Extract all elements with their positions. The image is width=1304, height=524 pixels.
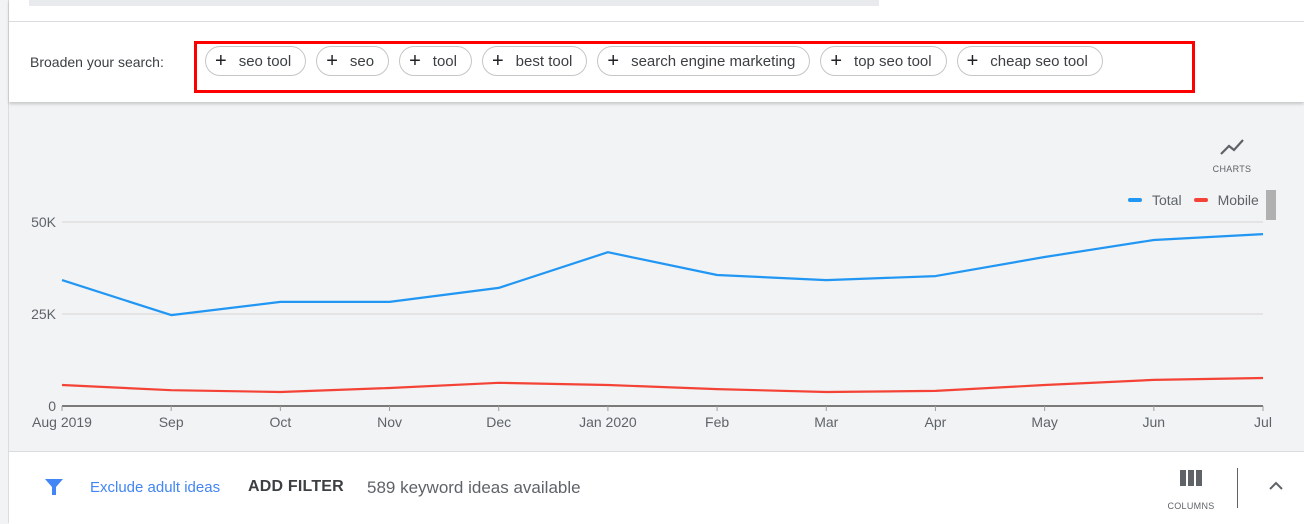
x-tick-label: Jul [1254, 414, 1272, 430]
toolbar-separator [1237, 468, 1238, 508]
columns-label: COLUMNS [1161, 501, 1221, 511]
keyword-ideas-count: 589 keyword ideas available [367, 478, 581, 498]
chevron-up-icon[interactable] [1267, 479, 1285, 491]
x-tick-label: May [1031, 414, 1057, 430]
filter-bar: Exclude adult ideas ADD FILTER 589 keywo… [9, 451, 1304, 524]
x-tick-label: Jan 2020 [579, 414, 637, 430]
x-tick-label: Apr [925, 414, 947, 430]
columns-icon [1180, 470, 1202, 486]
x-tick-label: Sep [159, 414, 184, 430]
x-tick-label: Feb [705, 414, 729, 430]
x-tick-label: Mar [814, 414, 838, 430]
x-tick-label: Dec [486, 414, 511, 430]
filter-icon[interactable] [44, 477, 64, 497]
series-line-total [62, 234, 1263, 315]
search-volume-chart: 0 25K 50K Aug 2019 Sep Oct Nov Dec Jan 2020 Feb Ma… [0, 0, 1304, 450]
x-tick-label: Nov [377, 414, 402, 430]
exclude-adult-ideas-link[interactable]: Exclude adult ideas [90, 479, 220, 496]
y-tick-label: 50K [31, 214, 57, 230]
columns-button[interactable]: COLUMNS [1161, 470, 1221, 511]
x-tick-label: Jun [1143, 414, 1166, 430]
x-tick-label: Aug 2019 [32, 414, 92, 430]
y-tick-label: 25K [31, 306, 57, 322]
series-line-mobile [62, 378, 1263, 392]
x-tick-label: Oct [269, 414, 291, 430]
y-tick-label: 0 [48, 398, 56, 414]
add-filter-button[interactable]: ADD FILTER [248, 478, 344, 496]
